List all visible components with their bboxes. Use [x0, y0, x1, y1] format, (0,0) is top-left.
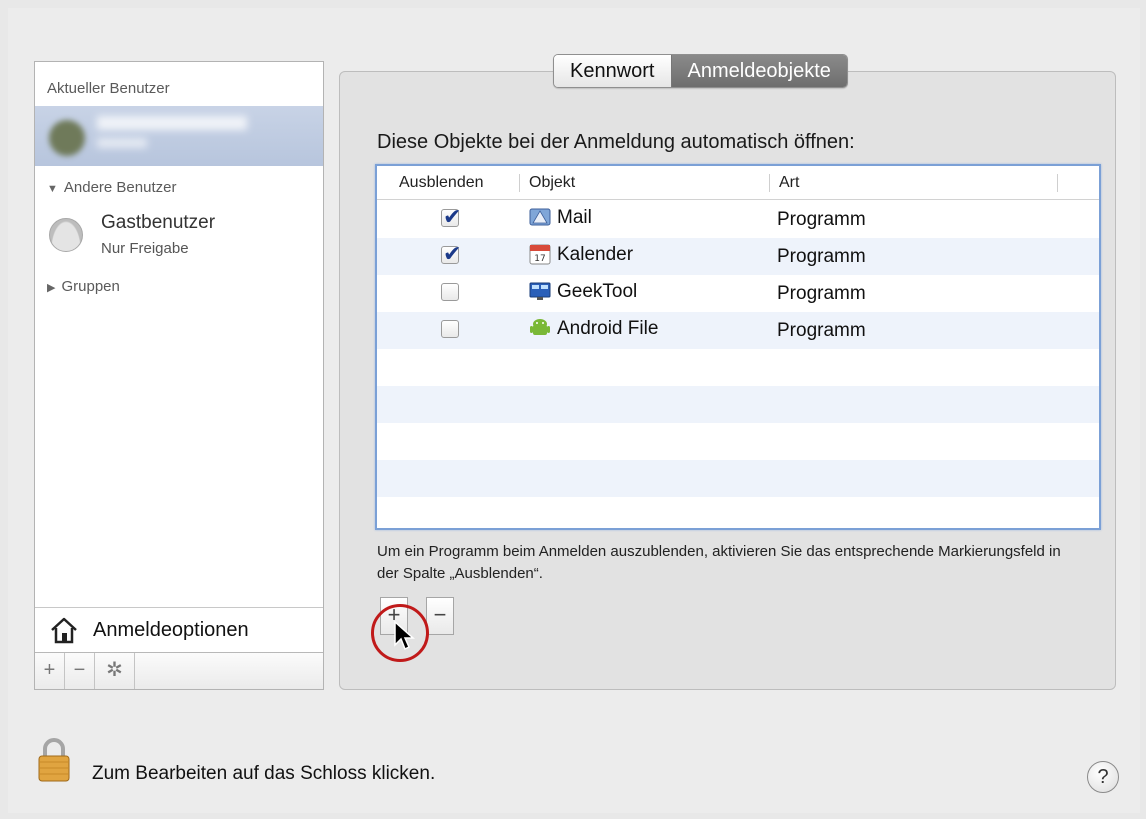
table-row[interactable]: Mail Programm	[377, 201, 1099, 238]
disclosure-closed-icon: ▶	[47, 282, 56, 294]
hide-checkbox-geektool[interactable]	[441, 283, 459, 301]
tab-bar: Kennwort Anmeldeobjekte	[553, 54, 848, 88]
table-row[interactable]: GeekTool Programm	[377, 275, 1099, 312]
android-file-icon	[530, 319, 550, 335]
user-role-redacted	[97, 138, 147, 148]
table-row[interactable]: 17 Kalender Programm	[377, 238, 1099, 275]
table-row[interactable]: Android File Programm	[377, 312, 1099, 349]
mouse-cursor-icon	[394, 621, 415, 651]
table-row-empty	[377, 386, 1099, 423]
user-name-redacted	[97, 116, 247, 130]
table-row-empty	[377, 460, 1099, 497]
column-type[interactable]: Art	[779, 174, 799, 192]
hide-checkbox-calendar[interactable]	[441, 241, 461, 267]
table-row-empty	[377, 423, 1099, 460]
hide-checkbox-mail[interactable]	[441, 204, 461, 230]
hide-hint-text: Um ein Programm beim Anmelden auszublend…	[377, 543, 1061, 582]
add-user-button[interactable]: +	[35, 653, 65, 689]
table-row-empty	[377, 497, 1099, 528]
mail-icon	[529, 208, 551, 226]
login-options-item[interactable]: Anmeldeoptionen	[35, 607, 323, 651]
guest-user-name: Gastbenutzer	[101, 212, 216, 233]
tab-password[interactable]: Kennwort	[554, 55, 671, 87]
column-divider	[1057, 174, 1058, 192]
table-header: Ausblenden Objekt Art	[377, 166, 1099, 200]
login-items-intro: Diese Objekte bei der Anmeldung automati…	[377, 131, 855, 153]
app-name-android-file: Android File	[557, 318, 659, 339]
lock-status-text: Zum Bearbeiten auf das Schloss klicken.	[92, 763, 436, 784]
house-icon	[51, 617, 77, 644]
tab-login-items[interactable]: Anmeldeobjekte	[670, 55, 847, 87]
column-divider	[519, 174, 520, 192]
remove-user-button[interactable]: −	[65, 653, 95, 689]
help-button[interactable]: ?	[1087, 761, 1119, 793]
app-name-calendar: Kalender	[557, 244, 634, 265]
hide-checkbox-android-file[interactable]	[441, 320, 459, 338]
calendar-icon: 17	[529, 244, 551, 265]
remove-login-item-button[interactable]: −	[426, 597, 454, 635]
guest-user-sub: Nur Freigabe	[101, 240, 189, 257]
users-sidebar: Aktueller Benutzer ▼ Andere Benutzer Gast…	[34, 61, 324, 690]
login-items-table[interactable]: Ausblenden Objekt Art Mail Programm 17 K…	[375, 164, 1101, 530]
column-object[interactable]: Objekt	[529, 174, 575, 192]
app-type-calendar: Programm	[777, 246, 866, 267]
sidebar-toolbar: + − ✲	[35, 652, 323, 689]
column-hide[interactable]: Ausblenden	[399, 174, 484, 192]
app-name-geektool: GeekTool	[557, 281, 638, 302]
gear-icon[interactable]: ✲	[95, 653, 135, 689]
current-user-item[interactable]	[35, 106, 323, 166]
user-avatar	[49, 120, 85, 156]
disclosure-open-icon: ▼	[47, 183, 58, 195]
guest-avatar-icon	[49, 218, 83, 252]
lock-icon[interactable]	[36, 737, 72, 783]
svg-text:17: 17	[534, 254, 545, 264]
app-type-android-file: Programm	[777, 320, 866, 341]
geektool-icon	[529, 282, 551, 300]
guest-user-item[interactable]: Gastbenutzer Nur Freigabe	[49, 212, 309, 262]
other-users-label: Andere Benutzer	[63, 179, 177, 196]
other-users-group[interactable]: ▼ Andere Benutzer	[47, 179, 176, 196]
app-name-mail: Mail	[557, 207, 592, 228]
current-user-heading: Aktueller Benutzer	[47, 80, 170, 97]
app-type-geektool: Programm	[777, 283, 866, 304]
groups-label: Gruppen	[61, 278, 120, 295]
table-row-empty	[377, 349, 1099, 386]
app-type-mail: Programm	[777, 209, 866, 230]
column-divider	[769, 174, 770, 192]
login-options-label: Anmeldeoptionen	[93, 619, 249, 641]
groups-group[interactable]: ▶ Gruppen	[47, 278, 120, 295]
